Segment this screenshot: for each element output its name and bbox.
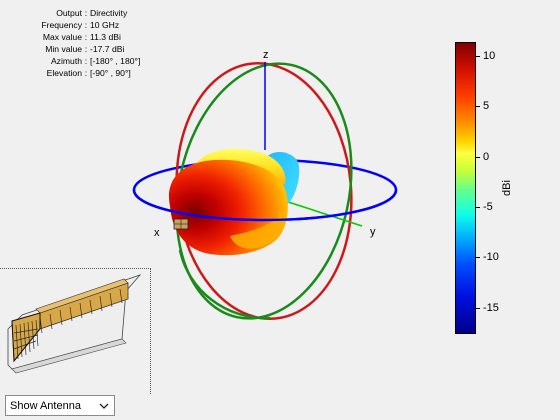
colorbar: 10 5 0 -5 -10 -15 dBi [455,42,535,338]
antenna-at-origin [173,218,189,230]
colorbar-tick-label: 5 [483,100,490,112]
colorbar-tick-label: -10 [483,251,499,263]
view-mode-value: Show Antenna [10,399,81,412]
view-mode-dropdown[interactable]: Show Antenna [5,395,115,416]
colorbar-tick [476,106,480,107]
colorbar-tick [476,257,480,258]
colorbar-tick-label: 10 [483,50,496,62]
colorbar-tick [476,157,480,158]
x-axis-label: x [154,227,160,239]
colorbar-tick-label: -15 [483,302,499,314]
colorbar-tick [476,207,480,208]
horn-antenna-icon [7,274,142,374]
colorbar-unit-label: dBi [501,180,513,196]
antenna-preview-panel [0,268,151,394]
colorbar-tick [476,56,480,57]
colorbar-tick-label: 0 [483,151,490,163]
z-axis-label: z [263,49,269,61]
chevron-down-icon [99,403,109,409]
colorbar-tick-label: -5 [483,201,493,213]
y-axis-label: y [370,226,376,238]
colorbar-tick [476,308,480,309]
colorbar-gradient [455,42,476,334]
